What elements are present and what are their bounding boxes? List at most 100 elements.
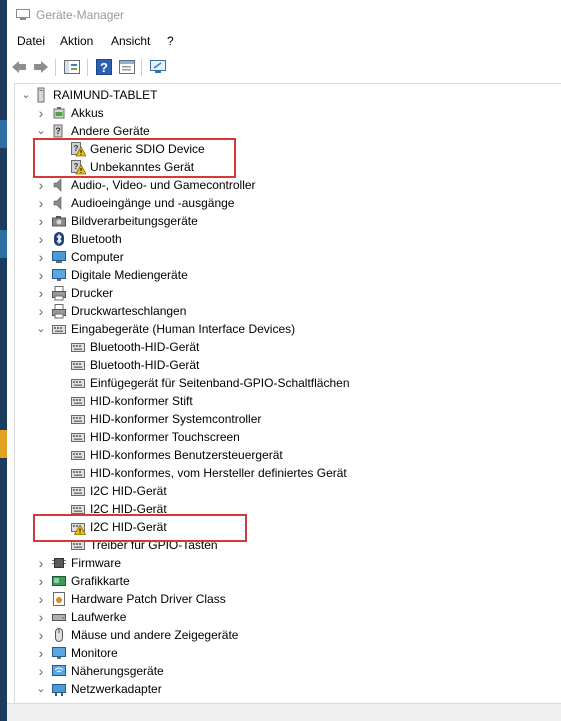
speaker-icon xyxy=(53,178,62,192)
tree-item-label: Audio-, Video- und Gamecontroller xyxy=(71,178,256,192)
hid-icon xyxy=(71,451,85,460)
other-devices-icon: ? xyxy=(53,124,63,138)
camera-icon xyxy=(52,216,66,227)
tree-item-label: Bluetooth xyxy=(71,232,122,246)
window-title: Geräte-Manager xyxy=(36,8,125,22)
tree-item-label: HID-konformes Benutzersteuergerät xyxy=(90,448,283,462)
hid-icon xyxy=(71,343,85,352)
tree-item-label: Monitore xyxy=(71,646,118,660)
chevron-right-icon[interactable]: › xyxy=(36,302,46,320)
tree-item-label: I2C HID-Gerät xyxy=(90,484,167,498)
menu-help[interactable]: ? xyxy=(167,34,174,48)
computer-icon xyxy=(37,87,45,103)
chevron-right-icon[interactable]: › xyxy=(36,608,46,626)
hid-icon xyxy=(71,433,85,442)
tree-item-label: Einfügegerät für Seitenband-GPIO-Schaltf… xyxy=(90,376,350,390)
menu-datei[interactable]: Datei xyxy=(17,34,45,48)
chevron-right-icon[interactable]: › xyxy=(36,194,46,212)
chevron-down-icon[interactable]: ⌄ xyxy=(36,680,46,698)
toolbar-separator xyxy=(141,59,142,76)
chevron-right-icon[interactable]: › xyxy=(36,572,46,590)
tree-item-label: Bluetooth-HID-Gerät xyxy=(90,340,200,354)
tree-item-label: Computer xyxy=(71,250,124,264)
properties-icon[interactable] xyxy=(118,58,136,76)
chevron-down-icon[interactable]: ⌄ xyxy=(36,320,46,338)
chevron-right-icon[interactable]: › xyxy=(36,212,46,230)
title-bar: Geräte-Manager xyxy=(7,0,561,31)
monitor-icon xyxy=(52,269,66,281)
tree-item-label: Laufwerke xyxy=(71,610,127,624)
monitor-icon xyxy=(52,647,66,659)
tree-item-label: Audioeingänge und -ausgänge xyxy=(71,196,235,210)
tree-item-label: Drucker xyxy=(71,286,114,300)
toolbar-separator xyxy=(55,59,56,76)
chip-icon xyxy=(52,558,66,568)
toolbar: ? xyxy=(7,55,561,81)
monitor-icon[interactable] xyxy=(149,58,167,76)
tree-item-label: Firmware xyxy=(71,556,121,570)
chevron-right-icon[interactable]: › xyxy=(36,230,46,248)
tree-item-label: Eingabegeräte (Human Interface Devices) xyxy=(71,322,296,336)
device-manager-icon xyxy=(16,9,30,20)
chevron-right-icon[interactable]: › xyxy=(36,626,46,644)
tree-item-label: Digitale Mediengeräte xyxy=(71,268,188,282)
chevron-right-icon[interactable]: › xyxy=(36,284,46,302)
tree-item-label: Hardware Patch Driver Class xyxy=(71,592,226,606)
network-icon xyxy=(52,684,66,696)
hid-icon xyxy=(71,469,85,478)
display-adapter-icon xyxy=(52,576,66,586)
status-bar xyxy=(7,703,561,721)
svg-text:?: ? xyxy=(100,60,108,75)
desktop-edge xyxy=(0,0,7,721)
tree-item-label: Netzwerkadapter xyxy=(71,682,162,696)
chevron-right-icon[interactable]: › xyxy=(36,644,46,662)
tree-item-label: HID-konformer Touchscreen xyxy=(90,430,240,444)
forward-icon[interactable] xyxy=(32,58,50,76)
toolbar-separator xyxy=(87,59,88,76)
desktop-icon-fragment xyxy=(0,430,7,458)
tree-item-label: Bildverarbeitungsgeräte xyxy=(71,214,198,228)
tree-item-label: Grafikkarte xyxy=(71,574,130,588)
mouse-icon xyxy=(55,628,63,642)
tree-item-label: Bluetooth-HID-Gerät xyxy=(90,358,200,372)
battery-icon xyxy=(53,107,65,119)
tree-item-label: Druckwarteschlangen xyxy=(71,304,187,318)
chevron-right-icon[interactable]: › xyxy=(36,104,46,122)
patch-icon xyxy=(53,592,65,606)
tree-root-label: RAIMUND-TABLET xyxy=(53,88,158,102)
computer-icon xyxy=(52,251,66,263)
hid-icon xyxy=(71,397,85,406)
device-manager-window: Geräte-Manager Datei Aktion Ansicht ? ? xyxy=(0,0,561,721)
printer-icon xyxy=(52,304,66,319)
menu-ansicht[interactable]: Ansicht xyxy=(111,34,150,48)
tree-item-label: Mäuse und andere Zeigegeräte xyxy=(71,628,239,642)
hid-icon xyxy=(52,325,66,334)
speaker-icon xyxy=(53,196,62,210)
chevron-right-icon[interactable]: › xyxy=(36,176,46,194)
chevron-down-icon[interactable]: ⌄ xyxy=(21,86,31,104)
chevron-right-icon[interactable]: › xyxy=(36,248,46,266)
tree-item-label: HID-konformer Systemcontroller xyxy=(90,412,262,426)
hid-icon xyxy=(71,415,85,424)
highlight-box-i2c-hid xyxy=(33,514,247,542)
hid-icon xyxy=(71,487,85,496)
drive-icon xyxy=(52,614,66,621)
chevron-right-icon[interactable]: › xyxy=(36,590,46,608)
back-icon[interactable] xyxy=(10,58,28,76)
help-icon[interactable]: ? xyxy=(95,58,113,76)
highlight-box-other-devices xyxy=(33,138,236,178)
chevron-right-icon[interactable]: › xyxy=(36,554,46,572)
tree-item-label: HID-konformer Stift xyxy=(90,394,193,408)
bluetooth-icon xyxy=(54,232,64,246)
printer-icon xyxy=(52,286,66,301)
svg-text:?: ? xyxy=(55,126,61,136)
tree-item-label: HID-konformes, vom Hersteller definierte… xyxy=(90,466,347,480)
tree-item-label: Näherungsgeräte xyxy=(71,664,164,678)
proximity-icon xyxy=(52,665,66,676)
show-hide-tree-icon[interactable] xyxy=(63,58,81,76)
chevron-right-icon[interactable]: › xyxy=(36,662,46,680)
menu-bar: Datei Aktion Ansicht ? xyxy=(7,31,561,52)
chevron-right-icon[interactable]: › xyxy=(36,266,46,284)
menu-aktion[interactable]: Aktion xyxy=(60,34,93,48)
desktop-icon-fragment xyxy=(0,230,7,258)
